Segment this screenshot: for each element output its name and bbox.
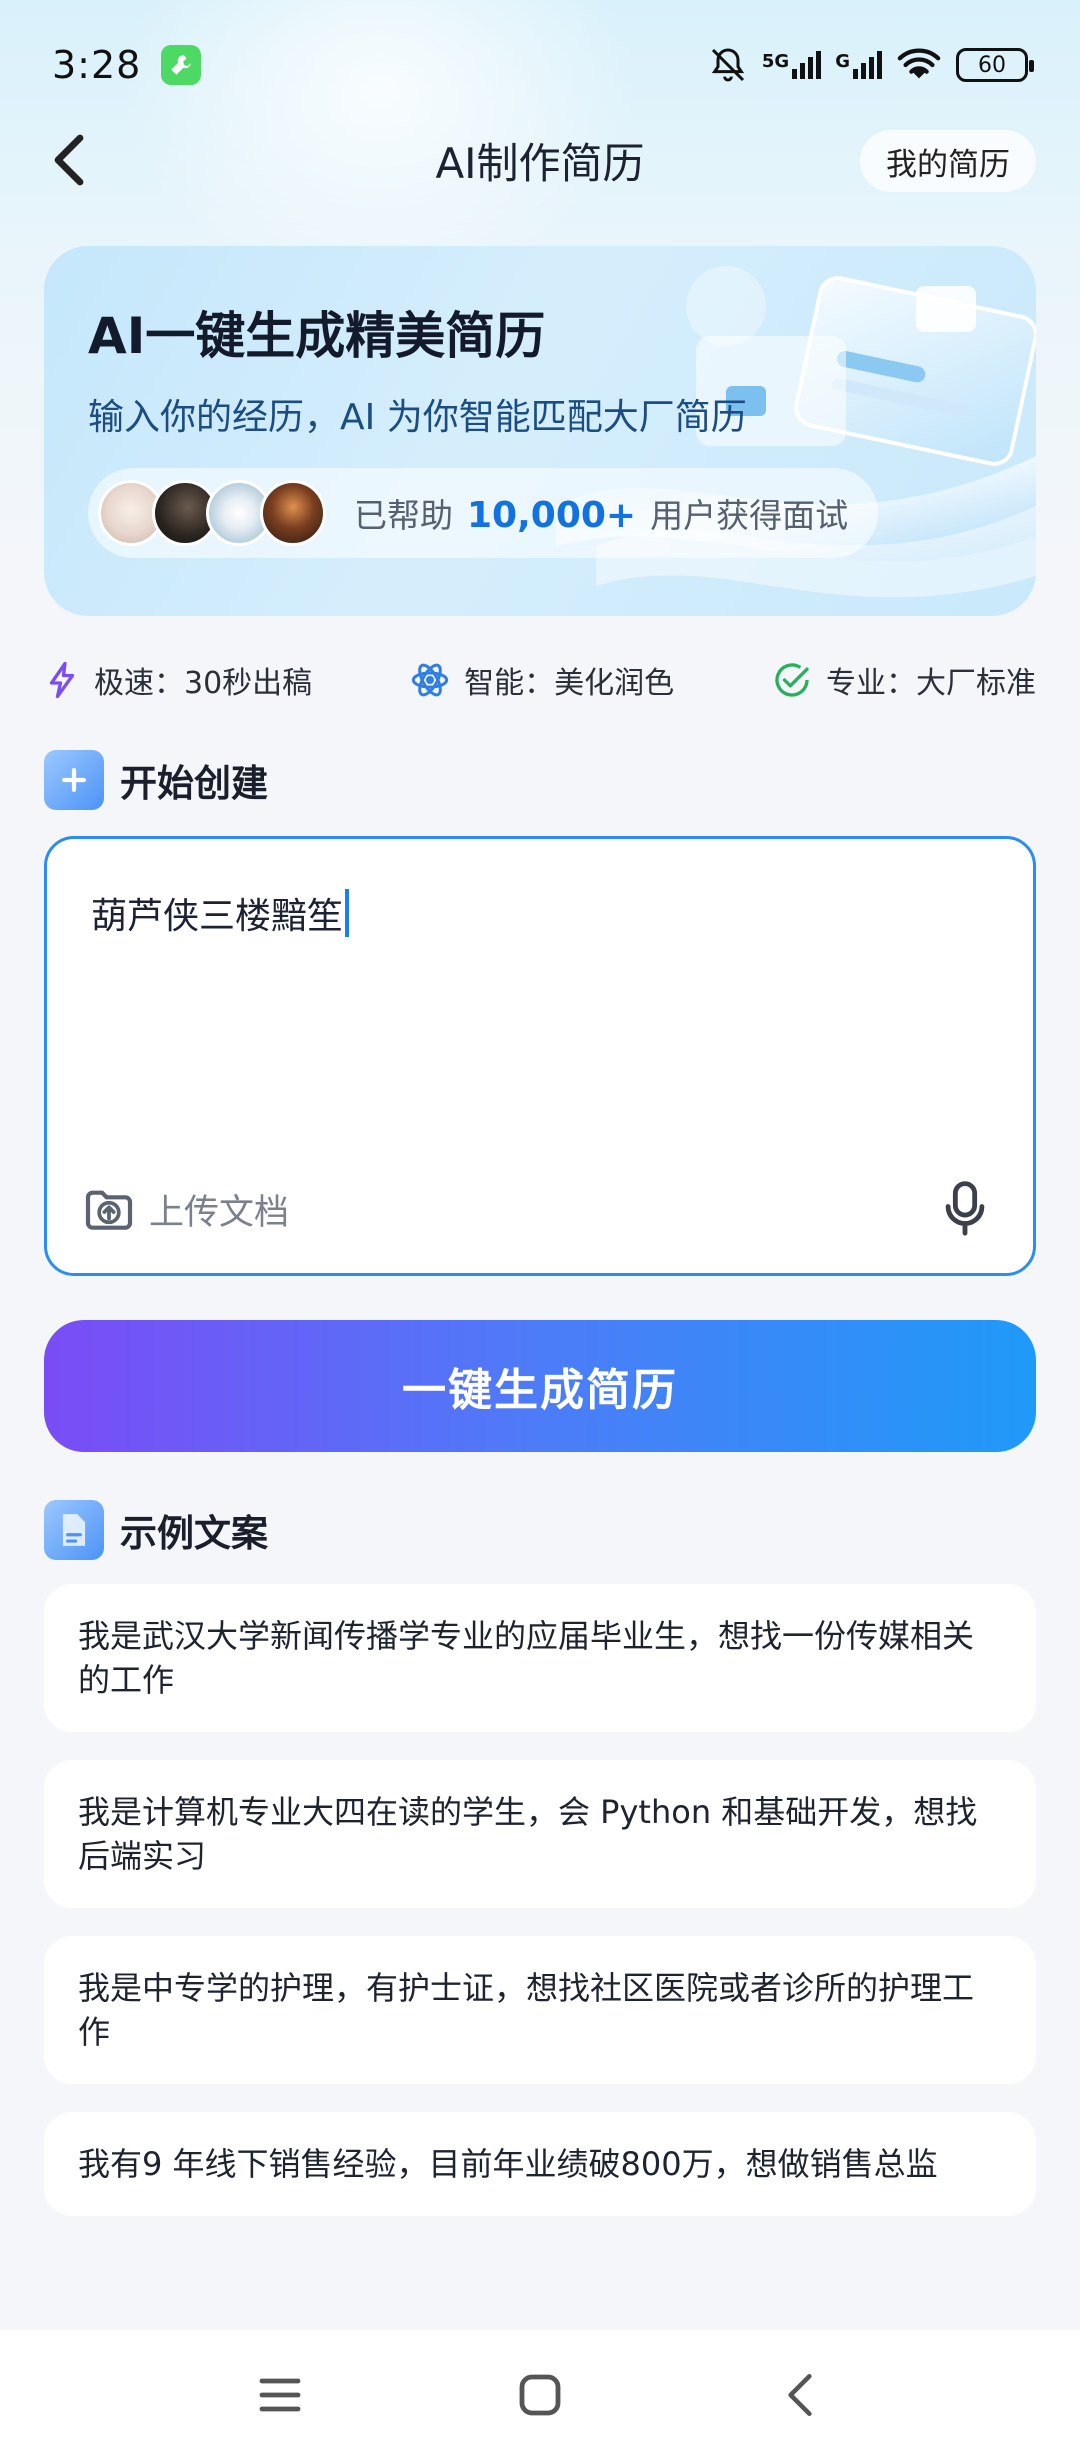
examples-section-header: 示例文案 [44, 1500, 268, 1560]
upload-document-button[interactable]: 上传文档 [81, 1181, 289, 1237]
text-caret [345, 889, 350, 937]
menu-icon [259, 2378, 301, 2412]
promo-banner: AI一键生成精美简历 输入你的经历，AI 为你智能匹配大厂简历 已帮助 10,0… [44, 246, 1036, 616]
example-text: 我是计算机专业大四在读的学生，会 Python 和基础开发，想找后端实习 [78, 1793, 978, 1875]
banner-title: AI一键生成精美简历 [88, 307, 546, 365]
helped-prefix: 已帮助 [354, 496, 453, 535]
feature-pro: 专业：大厂标准 [772, 658, 1036, 702]
back-arrow-icon [788, 2374, 812, 2416]
menu-button[interactable] [250, 2365, 310, 2425]
battery-level: 60 [978, 52, 1006, 78]
signal-g-label: G [835, 51, 850, 72]
tool-app-icon [161, 45, 202, 85]
example-text: 我有9 年线下销售经验，目前年业绩破800万，想做销售总监 [78, 2145, 938, 2183]
example-text: 我是中专学的护理，有护士证，想找社区医院或者诊所的护理工作 [78, 1969, 975, 2051]
create-section-header: 开始创建 [44, 750, 268, 810]
helped-suffix: 用户获得面试 [650, 496, 849, 535]
examples-section-title: 示例文案 [120, 1512, 268, 1555]
experience-input[interactable]: 葫芦侠三楼黯笙 [91, 887, 350, 939]
lightning-icon [49, 661, 75, 699]
plus-square-icon [44, 750, 104, 810]
helped-count: 10,000+ [467, 495, 637, 536]
generate-resume-button[interactable]: 一键生成简历 [44, 1320, 1036, 1452]
feature-list: 极速：30秒出稿 智能：美化润色 专业：大厂标准 [44, 652, 1036, 708]
home-button[interactable] [510, 2365, 570, 2425]
status-time: 3:28 [52, 43, 142, 87]
experience-input-value: 葫芦侠三楼黯笙 [91, 896, 344, 937]
wifi-icon [897, 48, 941, 79]
banner-subtitle: 输入你的经历，AI 为你智能匹配大厂简历 [88, 397, 747, 438]
nav-bar: AI制作简历 我的简历 [0, 120, 1080, 200]
document-icon [44, 1500, 104, 1560]
system-back-button[interactable] [770, 2365, 830, 2425]
users-helped-pill: 已帮助 10,000+ 用户获得面试 [88, 468, 878, 558]
status-bar: 3:28 5G G 60 [0, 0, 1080, 130]
battery-icon: 60 [956, 48, 1034, 82]
create-section-title: 开始创建 [120, 762, 268, 805]
avatar [260, 480, 326, 546]
system-navigation-bar [0, 2330, 1080, 2460]
microphone-icon [945, 1181, 985, 1236]
back-button[interactable] [40, 130, 100, 190]
example-text: 我是武汉大学新闻传播学专业的应届毕业生，想找一份传媒相关的工作 [78, 1617, 975, 1699]
upload-folder-icon [85, 1190, 133, 1230]
status-icons: 5G G 60 [708, 45, 1034, 85]
feature-pro-label: 专业：大厂标准 [826, 666, 1036, 701]
check-circle-icon [775, 663, 809, 697]
signal-g-icon: G [835, 51, 882, 79]
chevron-left-icon [54, 134, 84, 186]
avatar-group [98, 480, 326, 546]
experience-input-card[interactable]: 葫芦侠三楼黯笙 上传文档 [44, 836, 1036, 1276]
example-item[interactable]: 我是计算机专业大四在读的学生，会 Python 和基础开发，想找后端实习 [44, 1760, 1036, 1908]
signal-5g-label: 5G [761, 51, 790, 72]
feature-smart-label: 智能：美化润色 [464, 666, 675, 701]
users-helped-text: 已帮助 10,000+ 用户获得面试 [354, 489, 848, 537]
feature-speed-label: 极速：30秒出稿 [94, 666, 313, 701]
example-item[interactable]: 我是中专学的护理，有护士证，想找社区医院或者诊所的护理工作 [44, 1936, 1036, 2084]
bell-muted-icon [711, 48, 745, 82]
microphone-button[interactable] [937, 1179, 993, 1239]
feature-smart: 智能：美化润色 [410, 658, 674, 702]
feature-speed: 极速：30秒出稿 [44, 658, 312, 702]
home-square-icon [519, 2374, 561, 2416]
atom-icon [411, 663, 449, 697]
example-item[interactable]: 我有9 年线下销售经验，目前年业绩破800万，想做销售总监 [44, 2112, 1036, 2216]
example-item[interactable]: 我是武汉大学新闻传播学专业的应届毕业生，想找一份传媒相关的工作 [44, 1584, 1036, 1732]
signal-5g-icon: 5G [761, 51, 822, 79]
my-resume-button[interactable]: 我的简历 [860, 130, 1036, 192]
upload-document-label: 上传文档 [149, 1192, 290, 1233]
